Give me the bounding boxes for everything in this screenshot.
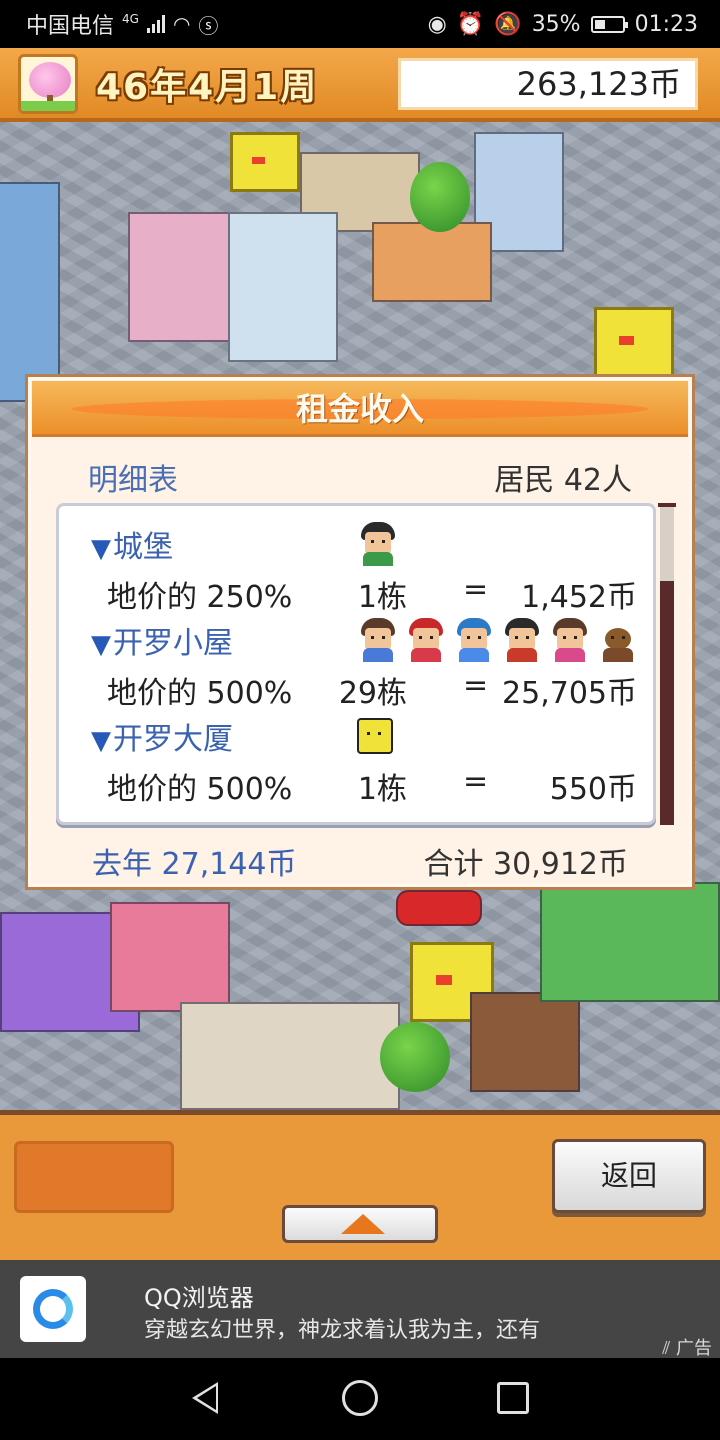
dialog-title: 租金收入 — [295, 390, 424, 428]
back-button[interactable]: 返回 — [552, 1139, 706, 1213]
collapse-triangle-icon: ▼ — [91, 534, 111, 564]
cherry-tree-icon[interactable] — [18, 54, 78, 114]
rent-income-dialog: 租金收入 明细表 居民 42人 ▼城堡 地价的 250% 1栋 = 1,452币… — [25, 374, 695, 890]
kairo-mascot-icon — [355, 714, 393, 758]
category-header-castle[interactable]: ▼城堡 — [91, 522, 173, 566]
category-name: 城堡 — [113, 530, 173, 565]
list-scrollbar[interactable] — [658, 503, 676, 825]
network-label: 4G — [122, 12, 139, 26]
game-date: 46年4月1周 — [96, 67, 319, 108]
resident-count: 居民 42人 — [494, 463, 632, 498]
resident-face-icon — [407, 618, 445, 662]
ad-tag-label: 广告 — [676, 1338, 712, 1359]
scrollbar-thumb[interactable] — [660, 581, 674, 825]
status-bar: 中国电信 4G ◠ ⓢ ◉ ⏰ 🔕 35% 01:23 — [0, 0, 720, 48]
resident-face-icon — [551, 618, 589, 662]
resident-faces — [355, 714, 393, 758]
resident-face-icon — [455, 618, 493, 662]
rent-detail-list[interactable]: ▼城堡 地价的 250% 1栋 = 1,452币 ▼开罗小屋 地价的 500% … — [56, 503, 656, 825]
resident-faces — [359, 522, 397, 566]
empty-slot — [14, 1141, 174, 1213]
resident-face-icon — [359, 618, 397, 662]
building-count: 29栋 — [338, 676, 407, 711]
rent-amount: 25,705币 — [502, 676, 637, 711]
sync-icon: ⓢ — [198, 13, 219, 38]
tree — [410, 162, 470, 232]
nav-home-icon[interactable] — [342, 1380, 378, 1416]
detail-list-label: 明细表 — [88, 463, 178, 498]
category-name: 开罗大厦 — [113, 722, 233, 757]
resident-face-icon — [359, 522, 397, 566]
collapse-triangle-icon: ▼ — [91, 630, 111, 660]
building — [110, 902, 230, 1012]
last-year-income: 去年 27,144币 — [92, 847, 297, 882]
rent-amount: 1,452币 — [521, 580, 637, 615]
building — [540, 882, 720, 1002]
tree — [380, 1022, 450, 1092]
building — [470, 992, 580, 1092]
land-price-rate: 地价的 500% — [107, 772, 293, 807]
resident-face-icon — [503, 618, 541, 662]
mute-icon: 🔕 — [494, 11, 522, 37]
category-header-kairo-house[interactable]: ▼开罗小屋 — [91, 618, 233, 662]
kairo-cube — [594, 307, 674, 377]
nav-back-icon[interactable] — [192, 1382, 218, 1414]
nav-recents-icon[interactable] — [497, 1382, 529, 1414]
ad-banner[interactable]: QQ浏览器 穿越玄幻世界，神龙求着认我为主，还有 ⫽ 广告 — [0, 1260, 720, 1360]
eye-icon: ◉ — [427, 11, 447, 37]
battery-percent: 35% — [531, 11, 581, 37]
equals-sign: = — [463, 764, 489, 799]
car — [396, 890, 482, 926]
building-count: 1栋 — [357, 772, 407, 807]
ad-description[interactable]: 穿越玄幻世界，神龙求着认我为主，还有 — [144, 1312, 540, 1344]
clock: 01:23 — [634, 11, 698, 37]
collapse-triangle-icon: ▼ — [91, 726, 111, 756]
expand-up-button[interactable] — [282, 1205, 438, 1243]
game-top-bar: 46年4月1周 263,123币 — [0, 48, 720, 122]
money-display: 263,123币 — [398, 58, 698, 110]
monkey-face-icon — [599, 618, 637, 662]
tower — [228, 212, 338, 362]
rent-amount: 550币 — [549, 772, 637, 807]
equals-sign: = — [463, 668, 489, 703]
control-panel: 返回 — [0, 1110, 720, 1260]
wifi-icon: ◠ — [172, 12, 191, 36]
building — [180, 1002, 400, 1110]
land-price-rate: 地价的 500% — [107, 676, 293, 711]
building-count: 1栋 — [357, 580, 407, 615]
alarm-icon: ⏰ — [456, 11, 485, 37]
signal-icon — [146, 15, 165, 33]
ad-tag: ⫽ 广告 — [662, 1334, 712, 1360]
qq-browser-icon[interactable] — [20, 1276, 86, 1342]
building — [0, 182, 60, 402]
battery-icon — [590, 15, 628, 33]
carrier-label: 中国电信 — [26, 14, 115, 39]
equals-sign: = — [463, 572, 489, 607]
resident-faces — [359, 618, 637, 662]
total-income: 合计 30,912币 — [423, 847, 628, 882]
up-arrow-icon — [341, 1214, 385, 1234]
dialog-title-bar: 租金收入 — [32, 381, 688, 437]
category-header-kairo-tower[interactable]: ▼开罗大厦 — [91, 714, 233, 758]
navigation-bar — [0, 1358, 720, 1440]
land-price-rate: 地价的 250% — [107, 580, 293, 615]
ad-logo-icon: ⫽ — [662, 1338, 676, 1359]
castle — [128, 212, 238, 342]
ad-title[interactable]: QQ浏览器 — [144, 1278, 254, 1313]
kairo-cube — [230, 132, 300, 192]
building — [372, 222, 492, 302]
category-name: 开罗小屋 — [113, 626, 233, 661]
